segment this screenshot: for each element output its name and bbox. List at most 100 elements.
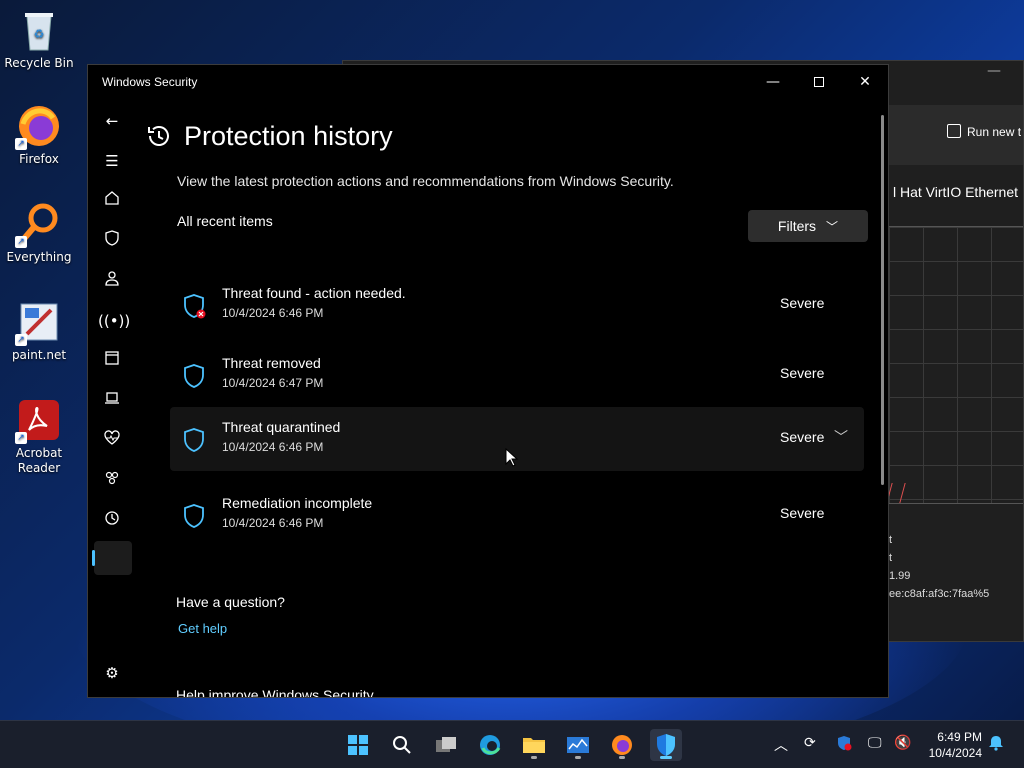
- everything-search-icon: ↗: [15, 202, 61, 248]
- history-item-date: 10/4/2024 6:46 PM: [222, 440, 324, 454]
- desktop-icon-everything[interactable]: ↗ Everything: [0, 202, 78, 265]
- desktop-icon-acrobat[interactable]: ↗ Acrobat Reader: [0, 398, 78, 476]
- search-icon: [393, 736, 411, 754]
- shortcut-arrow-icon: ↗: [15, 138, 27, 150]
- firefox-icon: [612, 735, 632, 755]
- desktop-icon-firefox[interactable]: ↗ Firefox: [0, 104, 78, 167]
- task-view-button[interactable]: [430, 729, 462, 761]
- desktop-icon-recycle-bin[interactable]: ♻ Recycle Bin: [0, 8, 78, 71]
- run-new-task-label: Run new t: [967, 125, 1022, 139]
- start-button[interactable]: [342, 729, 374, 761]
- task-view-icon: [436, 737, 456, 752]
- account-protection-person-icon[interactable]: [98, 267, 126, 295]
- minimize-button[interactable]: —: [750, 65, 796, 99]
- volume-muted-icon[interactable]: 🔇: [894, 735, 911, 751]
- taskbar-app-edge[interactable]: [474, 729, 506, 761]
- windows-security-shield-icon: [657, 734, 675, 756]
- search-button[interactable]: [386, 729, 418, 761]
- clock-time: 6:49 PM: [937, 730, 982, 744]
- get-help-link[interactable]: Get help: [178, 621, 227, 636]
- history-item-severity: Severe: [780, 505, 825, 521]
- desktop-icon-label: Acrobat Reader: [15, 446, 63, 475]
- home-icon[interactable]: [98, 187, 126, 215]
- close-button[interactable]: ✕: [842, 65, 888, 99]
- chevron-down-icon: ﹀: [826, 220, 839, 234]
- shield-alert-icon: [838, 736, 852, 751]
- windows-logo-icon: [348, 735, 368, 755]
- network-adapter-name: l Hat VirtIO Ethernet: [893, 184, 1019, 200]
- history-item-date: 10/4/2024 6:46 PM: [222, 306, 324, 320]
- vertical-scrollbar[interactable]: [881, 115, 884, 485]
- desktop-icon-label: Firefox: [19, 152, 59, 166]
- device-security-laptop-icon[interactable]: [98, 387, 126, 415]
- acrobat-reader-icon: ↗: [15, 398, 61, 444]
- taskbar-app-task-manager[interactable]: [562, 729, 594, 761]
- app-browser-control-icon[interactable]: [98, 347, 126, 375]
- chevron-down-icon[interactable]: ﹀: [834, 427, 848, 447]
- desktop-icon-label: Everything: [6, 250, 72, 264]
- left-navigation: ← ☰ ((•)) ⚙: [88, 101, 134, 697]
- show-hidden-icons-chevron-up-icon[interactable]: ︿: [774, 735, 788, 755]
- history-item-title: Threat removed: [222, 355, 321, 371]
- network-info-line: ee:c8af:af3c:7faa%5: [889, 588, 990, 600]
- maximize-button[interactable]: [796, 65, 842, 99]
- clock-date: 10/4/2024: [928, 746, 982, 760]
- active-indicator: [660, 756, 672, 759]
- history-item[interactable]: Threat removed 10/4/2024 6:47 PM Severe: [170, 343, 864, 407]
- hamburger-menu-icon[interactable]: ☰: [98, 147, 126, 175]
- desktop-icon-label: paint.net: [11, 348, 67, 362]
- help-question: Have a question?: [176, 594, 285, 610]
- section-label: All recent items: [177, 213, 273, 229]
- bell-icon: [989, 736, 1003, 751]
- running-indicator: [619, 756, 625, 759]
- history-item-severity: Severe: [780, 429, 825, 445]
- shield-icon: [184, 364, 204, 388]
- firewall-network-icon[interactable]: ((•)): [98, 307, 130, 335]
- device-health-heart-icon[interactable]: [98, 427, 126, 455]
- network-throughput-graph: [886, 226, 1023, 504]
- desktop-icon-paintnet[interactable]: ↗ paint.net: [0, 300, 78, 363]
- history-item[interactable]: Remediation incomplete 10/4/2024 6:46 PM S…: [170, 483, 864, 547]
- task-manager-icon: [567, 737, 589, 753]
- family-options-icon[interactable]: [98, 467, 126, 495]
- virus-protection-shield-icon[interactable]: [98, 227, 126, 255]
- taskbar-app-file-explorer[interactable]: [518, 729, 550, 761]
- add-task-icon: [947, 124, 961, 138]
- notifications-bell-icon[interactable]: [988, 735, 1004, 755]
- taskbar-app-windows-security[interactable]: [650, 729, 682, 761]
- shortcut-arrow-icon: ↗: [15, 334, 27, 346]
- page-title: Protection history: [148, 121, 393, 152]
- shield-icon: [184, 428, 204, 452]
- back-arrow-icon[interactable]: ←: [98, 107, 126, 135]
- history-item[interactable]: Threat found - action needed. 10/4/2024 6…: [170, 273, 864, 337]
- desktop-icon-label: Recycle Bin: [4, 56, 74, 70]
- history-item-title: Threat quarantined: [222, 419, 341, 435]
- network-icon[interactable]: 🖵: [868, 735, 882, 751]
- windows-security-window[interactable]: Windows Security — ✕ ← ☰ ((•)) ⚙ Protect…: [87, 64, 889, 698]
- maximize-icon: [814, 77, 824, 87]
- minimize-icon[interactable]: —: [987, 63, 1001, 79]
- system-clock[interactable]: 6:49 PM 10/4/2024: [929, 729, 982, 761]
- defender-tray-icon[interactable]: [836, 735, 852, 755]
- running-indicator: [531, 756, 537, 759]
- history-item-severity: Severe: [780, 365, 825, 381]
- page-subtitle: View the latest protection actions and r…: [177, 173, 674, 189]
- taskbar: ︿ ⟳ 🖵 🔇 6:49 PM 10/4/2024: [0, 720, 1024, 768]
- firefox-icon: ↗: [15, 104, 61, 150]
- title-bar[interactable]: Windows Security — ✕: [88, 65, 888, 99]
- mouse-cursor-icon: [505, 448, 519, 467]
- protection-history-clock-icon[interactable]: [98, 507, 126, 535]
- history-item-title: Remediation incomplete: [222, 495, 373, 511]
- sync-status-icon[interactable]: ⟳: [804, 735, 816, 751]
- network-info-line: 1.99: [889, 570, 911, 582]
- run-new-task-button[interactable]: Run new t: [947, 124, 1021, 139]
- network-info-line: t: [889, 534, 893, 546]
- filters-button[interactable]: Filters ﹀: [748, 210, 868, 242]
- history-icon: [148, 126, 169, 146]
- settings-gear-icon[interactable]: ⚙: [98, 659, 126, 687]
- taskbar-app-firefox[interactable]: [606, 729, 638, 761]
- shield-icon: [184, 504, 204, 528]
- shortcut-arrow-icon: ↗: [15, 432, 27, 444]
- window-title: Windows Security: [102, 75, 198, 89]
- nav-active-background: [94, 541, 132, 575]
